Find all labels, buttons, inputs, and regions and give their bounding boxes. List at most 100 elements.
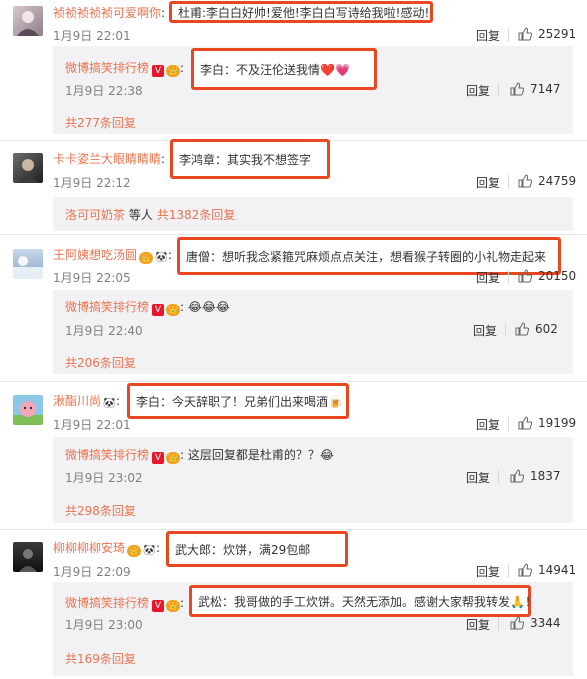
comment-time: 1月9日 22:01 xyxy=(53,418,131,432)
reply-button[interactable]: 回复 xyxy=(476,269,500,286)
like-button[interactable]: 25291 xyxy=(518,27,576,41)
sub-reply-time: 1月9日 22:38 xyxy=(65,84,143,98)
sub-reply-block: 微博搞笑排行榜 V 👑: 李白：不及汪伦送我情❤️💗 1月9日 22:38 回复 7… xyxy=(53,46,573,134)
thumb-up-icon xyxy=(518,416,532,430)
sub-like-button[interactable]: 602 xyxy=(515,322,558,336)
sub-reply-summary: 洛可可奶茶 等人 共1382条回复 xyxy=(65,207,235,223)
username-link[interactable]: 祯祯祯祯祯可爱啊你 xyxy=(53,6,161,20)
divider xyxy=(508,417,509,431)
thumb-up-icon xyxy=(518,27,532,41)
thumb-up-icon xyxy=(518,174,532,188)
comment-item: 柳柳柳柳安琦 👑 🐼: 武大郎：炊饼，满29包邮 1月9日 22:09 回复 149… xyxy=(0,527,587,579)
comment-time: 1月9日 22:09 xyxy=(53,565,131,579)
more-replies-link[interactable]: 共206条回复 xyxy=(65,354,136,371)
comment-feed: 祯祯祯祯祯可爱啊你: 杜甫:李白白好帅!爱他!李白白写诗给我啦!感动! 1月9日… xyxy=(0,0,587,679)
like-button[interactable]: 14941 xyxy=(518,563,576,577)
sub-like-button[interactable]: 3344 xyxy=(510,616,561,630)
comment-item: 卡卡姿兰大眼睛睛睛: 李鸿章：其实我不想签字 1月9日 22:12 回复 247… xyxy=(0,138,587,190)
sub-username-link[interactable]: 微博搞笑排行榜 xyxy=(65,448,149,462)
sub-reply-time: 1月9日 22:40 xyxy=(65,324,143,338)
divider xyxy=(508,175,509,189)
vip-badge-icon: V xyxy=(152,452,165,464)
sub-username-link[interactable]: 微博搞笑排行榜 xyxy=(65,61,149,75)
divider xyxy=(508,270,509,284)
sub-reply-header: 微博搞笑排行榜 V 👑: xyxy=(65,596,185,612)
member-badge-icon: 👑 xyxy=(166,304,181,316)
member-badge-icon: 👑 xyxy=(139,252,154,264)
like-count: 3344 xyxy=(530,616,561,630)
avatar[interactable] xyxy=(13,542,43,572)
divider xyxy=(505,323,506,337)
avatar[interactable] xyxy=(13,395,43,425)
sub-reply-button[interactable]: 回复 xyxy=(466,616,490,633)
sub-reply-block: 洛可可奶茶 等人 共1382条回复 xyxy=(53,197,573,231)
sub-reply-header: 微博搞笑排行榜 V 👑: xyxy=(65,61,185,77)
like-count: 25291 xyxy=(538,27,577,41)
sub-reply-header: 微博搞笑排行榜 V 👑: 😂😂😂 xyxy=(65,300,230,316)
vip-badge-icon: V xyxy=(152,65,165,77)
sub-like-button[interactable]: 1837 xyxy=(510,469,561,483)
comment-time: 1月9日 22:05 xyxy=(53,271,131,285)
comment-header: 柳柳柳柳安琦 👑 🐼: xyxy=(53,541,161,557)
sub-reply-block: 微博搞笑排行榜 V 👑: 😂😂😂 1月9日 22:40 回复 602 共206条回复 xyxy=(53,290,573,374)
thumb-up-icon xyxy=(510,469,524,483)
sub-username-link[interactable]: 洛可可奶茶 xyxy=(65,208,125,222)
sub-reply-text: 这层回复都是杜甫的？？😂 xyxy=(187,448,334,462)
like-count: 7147 xyxy=(530,82,561,96)
divider xyxy=(508,28,509,42)
comment-text-highlighted: 杜甫:李白白好帅!爱他!李白白写诗给我啦!感动! xyxy=(169,1,433,23)
username-link[interactable]: 卡卡姿兰大眼睛睛睛 xyxy=(53,152,161,166)
panda-badge-icon: 🐼 xyxy=(143,545,156,556)
more-replies-link[interactable]: 共169条回复 xyxy=(65,650,136,667)
reply-button[interactable]: 回复 xyxy=(476,416,500,433)
comment-header: 湫酯川尚 🐼: xyxy=(53,394,121,409)
more-replies-link[interactable]: 共277条回复 xyxy=(65,114,136,131)
sub-like-button[interactable]: 7147 xyxy=(510,82,561,96)
like-button[interactable]: 20150 xyxy=(518,269,576,283)
sub-reply-text-highlighted: 李白：不及汪伦送我情❤️💗 xyxy=(191,48,377,90)
comment-item: 湫酯川尚 🐼: 李白：今天辞职了！兄弟们出来喝酒🍺 1月9日 22:01 回复 1… xyxy=(0,380,587,432)
reply-button[interactable]: 回复 xyxy=(476,27,500,44)
comment-text-highlighted: 唐僧：想听我念紧箍咒麻烦点点关注，想看猴子转圈的小礼物走起来 xyxy=(177,237,561,275)
like-count: 20150 xyxy=(538,269,577,283)
divider xyxy=(498,470,499,484)
like-count: 14941 xyxy=(538,563,577,577)
like-button[interactable]: 24759 xyxy=(518,174,576,188)
thumb-up-icon xyxy=(518,563,532,577)
member-badge-icon: 👑 xyxy=(127,545,142,557)
sub-username-link[interactable]: 微博搞笑排行榜 xyxy=(65,300,149,314)
like-button[interactable]: 19199 xyxy=(518,416,576,430)
comment-item: 祯祯祯祯祯可爱啊你: 杜甫:李白白好帅!爱他!李白白写诗给我啦!感动! 1月9日… xyxy=(0,0,587,48)
member-badge-icon: 👑 xyxy=(166,452,181,464)
avatar[interactable] xyxy=(13,153,43,183)
divider xyxy=(498,83,499,97)
vip-badge-icon: V xyxy=(152,600,165,612)
panda-badge-icon: 🐼 xyxy=(103,398,116,409)
comment-header: 卡卡姿兰大眼睛睛睛: xyxy=(53,152,166,166)
sub-reply-button[interactable]: 回复 xyxy=(466,82,490,99)
sub-reply-button[interactable]: 回复 xyxy=(466,469,490,486)
sub-username-link[interactable]: 微博搞笑排行榜 xyxy=(65,596,149,610)
more-replies-link[interactable]: 共298条回复 xyxy=(65,502,136,519)
username-link[interactable]: 湫酯川尚 xyxy=(53,394,101,408)
sub-reply-text-highlighted: 武松：我哥做的手工炊饼。天然无添加。感谢大家帮我转发🙏！ xyxy=(189,585,537,617)
reply-button[interactable]: 回复 xyxy=(476,174,500,191)
username-link[interactable]: 王阿姨想吃汤圆 xyxy=(53,248,137,262)
comment-item: 王阿姨想吃汤圆 👑 🐼: 唐僧：想听我念紧箍咒麻烦点点关注，想看猴子转圈的小礼物走起… xyxy=(0,234,587,286)
avatar[interactable] xyxy=(13,6,43,36)
sub-reply-block: 微博搞笑排行榜 V 👑: 这层回复都是杜甫的？？😂 1月9日 23:02 回复 18… xyxy=(53,437,573,523)
more-replies-link[interactable]: 共1382条回复 xyxy=(157,208,236,222)
comment-header: 祯祯祯祯祯可爱啊你: xyxy=(53,6,166,20)
like-count: 24759 xyxy=(538,174,577,188)
sub-reply-button[interactable]: 回复 xyxy=(473,322,497,339)
thumb-up-icon xyxy=(515,322,529,336)
divider xyxy=(508,564,509,578)
sub-reply-time: 1月9日 23:00 xyxy=(65,618,143,632)
username-link[interactable]: 柳柳柳柳安琦 xyxy=(53,541,125,555)
avatar[interactable] xyxy=(13,249,43,279)
panda-badge-icon: 🐼 xyxy=(155,252,168,263)
comment-text-highlighted: 李白：今天辞职了！兄弟们出来喝酒🍺 xyxy=(127,383,349,419)
comment-time: 1月9日 22:01 xyxy=(53,29,131,43)
reply-button[interactable]: 回复 xyxy=(476,563,500,580)
member-badge-icon: 👑 xyxy=(166,65,181,77)
